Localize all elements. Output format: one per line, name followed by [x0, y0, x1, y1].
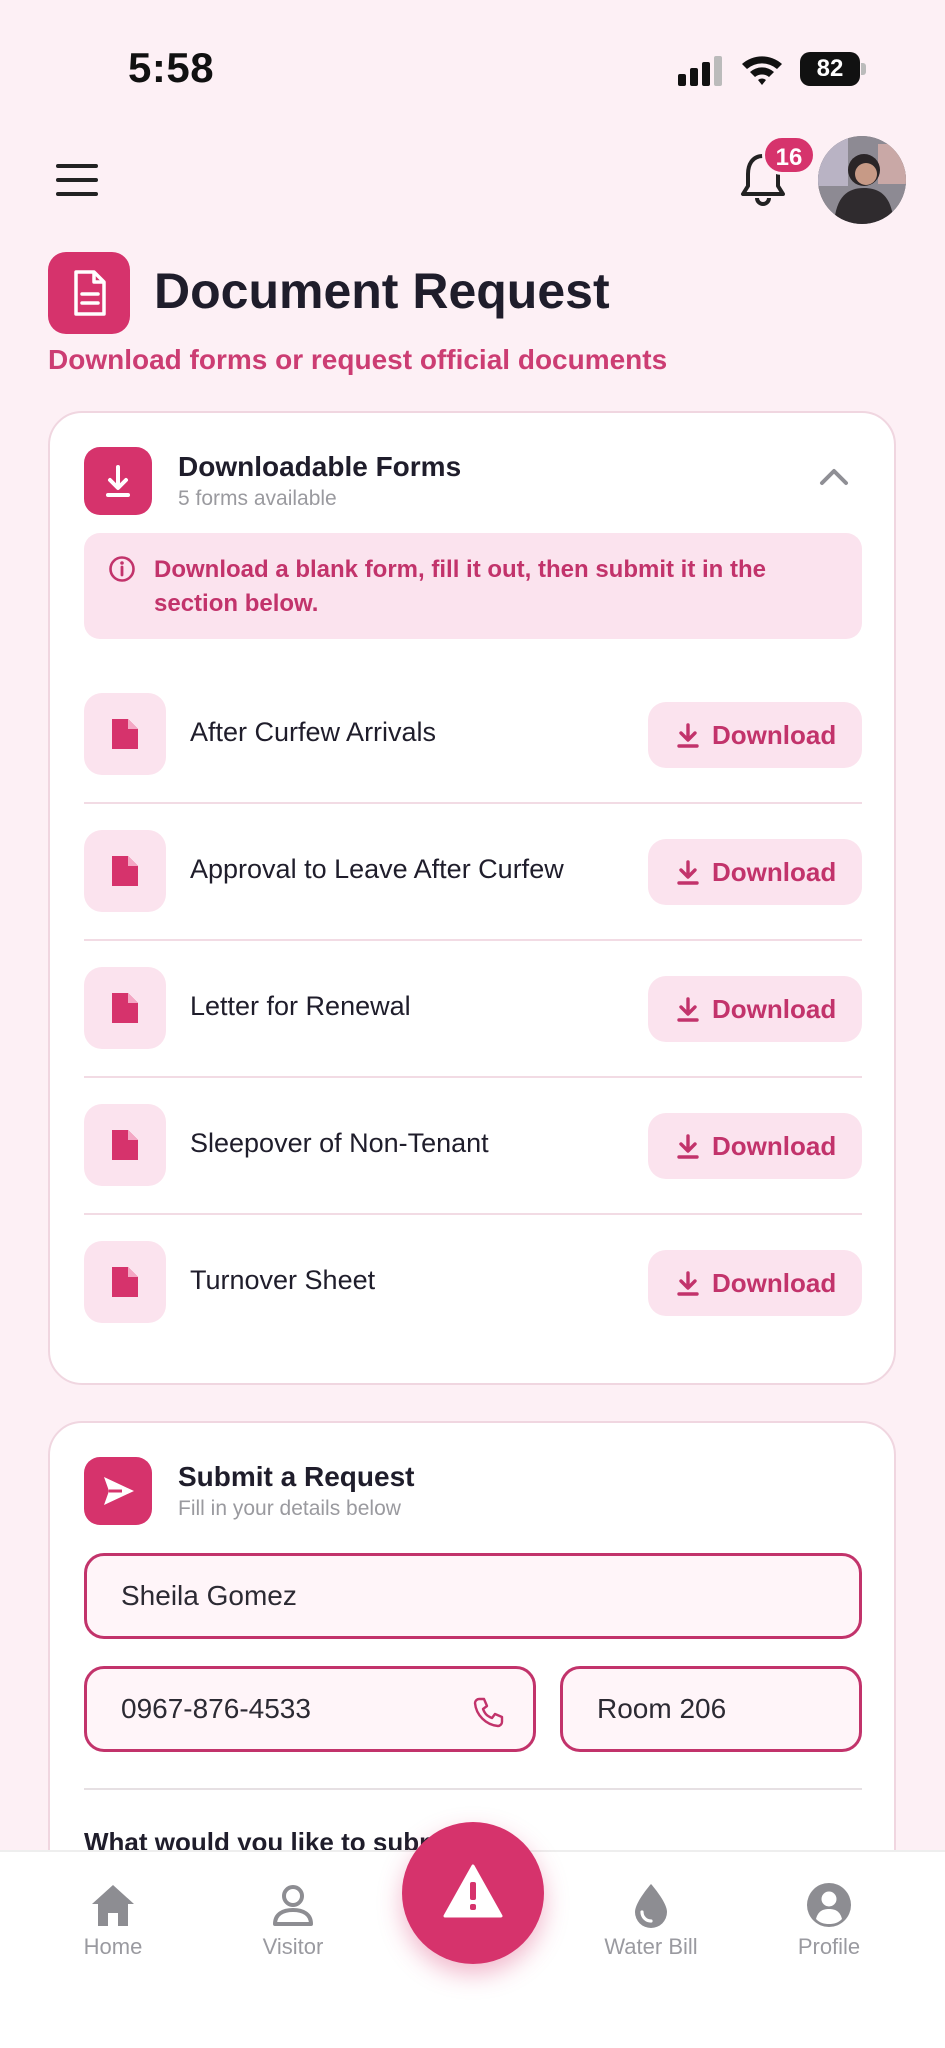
nav-item-home[interactable]: Home: [48, 1882, 178, 1982]
form-name: After Curfew Arrivals: [190, 717, 437, 747]
download-button[interactable]: Download: [648, 1250, 862, 1316]
form-name: Turnover Sheet: [190, 1265, 376, 1295]
download-button[interactable]: Download: [648, 976, 862, 1042]
form-name: Approval to Leave After Curfew: [190, 854, 564, 884]
info-text: Download a blank form, fill it out, then…: [154, 556, 766, 617]
hamburger-line: [56, 192, 98, 196]
home-icon: [92, 1885, 134, 1926]
avatar[interactable]: [818, 136, 906, 224]
form-row: Letter for Renewal Download: [84, 941, 862, 1078]
file-icon: [84, 830, 166, 912]
notification-badge: 16: [762, 135, 816, 175]
page-subtitle: Download forms or request official docum…: [48, 344, 668, 375]
send-icon: [84, 1457, 152, 1525]
submit-card-title: Submit a Request: [178, 1461, 415, 1492]
nav-item-visitor[interactable]: Visitor: [228, 1882, 358, 1982]
file-icon: [84, 1104, 166, 1186]
download-button[interactable]: Download: [648, 1113, 862, 1179]
menu-button[interactable]: [52, 160, 102, 200]
battery-cap: [861, 63, 866, 75]
avatar-photo: [818, 136, 906, 224]
download-label: Download: [712, 857, 837, 887]
nav-item-profile[interactable]: Profile: [764, 1882, 894, 1982]
status-time: 5:58: [128, 44, 215, 91]
file-icon: [84, 693, 166, 775]
page-title: Document Request: [154, 263, 610, 319]
divider: [84, 1788, 862, 1790]
form-name: Sleepover of Non-Tenant: [190, 1128, 489, 1158]
download-label: Download: [712, 994, 837, 1024]
form-row: Turnover Sheet Download: [84, 1215, 862, 1352]
room-field[interactable]: [560, 1666, 862, 1752]
battery-icon: 82: [800, 52, 866, 86]
emergency-alert-button[interactable]: [402, 1822, 544, 1964]
form-row: Sleepover of Non-Tenant Download: [84, 1078, 862, 1215]
downloadable-forms-card: Downloadable Forms 5 forms available Dow…: [48, 411, 896, 1385]
forms-card-subtitle: 5 forms available: [178, 487, 337, 510]
status-bar: 5:58 82: [0, 0, 945, 140]
forms-card-title: Downloadable Forms: [178, 451, 462, 482]
download-icon: [677, 860, 699, 885]
user-icon: [273, 1885, 313, 1926]
form-row: Approval to Leave After Curfew Download: [84, 804, 862, 941]
phone-field[interactable]: [84, 1666, 536, 1752]
cellular-signal-icon: [678, 56, 722, 86]
download-icon: [677, 723, 699, 748]
hamburger-line: [56, 164, 98, 168]
form-name: Letter for Renewal: [190, 991, 411, 1021]
nav-label-home: Home: [83, 1934, 143, 1959]
document-icon: [48, 252, 130, 334]
info-banner: Download a blank form, fill it out, then…: [84, 533, 862, 639]
chevron-up-icon[interactable]: [816, 463, 852, 491]
hamburger-line: [56, 178, 98, 182]
alert-triangle-icon: [443, 1864, 503, 1918]
nav-item-water-bill[interactable]: Water Bill: [586, 1882, 716, 1982]
download-label: Download: [712, 1131, 837, 1161]
file-icon: [84, 967, 166, 1049]
download-icon: [677, 1134, 699, 1159]
phone-input[interactable]: [121, 1669, 478, 1749]
room-input[interactable]: [597, 1669, 834, 1749]
nav-label-water-bill: Water Bill: [604, 1934, 698, 1959]
download-icon: [677, 997, 699, 1022]
download-icon: [677, 1271, 699, 1296]
download-label: Download: [712, 720, 837, 750]
phone-icon: [473, 1697, 504, 1728]
nav-label-visitor: Visitor: [262, 1934, 324, 1959]
submit-card-subtitle: Fill in your details below: [178, 1497, 401, 1520]
info-icon: [109, 556, 135, 582]
download-button[interactable]: Download: [648, 839, 862, 905]
download-label: Download: [712, 1268, 837, 1298]
name-input[interactable]: [121, 1556, 739, 1636]
download-icon: [84, 447, 152, 515]
nav-label-profile: Profile: [797, 1934, 861, 1959]
name-field[interactable]: [84, 1553, 862, 1639]
battery-level: 82: [800, 52, 860, 86]
wifi-icon: [742, 56, 782, 85]
profile-icon: [807, 1883, 851, 1927]
download-button[interactable]: Download: [648, 702, 862, 768]
form-row: After Curfew Arrivals Download: [84, 667, 862, 804]
file-icon: [84, 1241, 166, 1323]
water-drop-icon: [635, 1884, 667, 1928]
